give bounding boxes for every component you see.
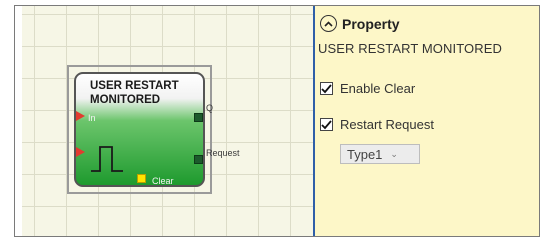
chevron-up-icon: [324, 20, 333, 27]
enable-clear-option[interactable]: Enable Clear: [320, 81, 415, 96]
checkmark-icon: [321, 83, 332, 93]
restart-request-checkbox[interactable]: [320, 118, 333, 131]
restart-request-label: Restart Request: [340, 117, 434, 132]
input-pin-in[interactable]: [76, 111, 85, 121]
checkmark-icon: [321, 119, 332, 129]
input-pin-clear[interactable]: [137, 174, 146, 183]
restart-request-option[interactable]: Restart Request: [320, 117, 434, 132]
type-select[interactable]: Type1 ⌄: [340, 144, 420, 164]
chevron-down-icon: ⌄: [390, 148, 398, 159]
block-title-line2: MONITORED: [90, 94, 161, 106]
output-pin-request[interactable]: [194, 155, 203, 164]
pulse-icon: [91, 146, 123, 172]
property-title: Property: [342, 15, 400, 32]
input-pin-restart[interactable]: [76, 147, 85, 157]
collapse-button[interactable]: [320, 15, 337, 32]
output-pin-q[interactable]: [194, 113, 203, 122]
input-pin-in-label: In: [88, 113, 96, 123]
type-select-value: Type1: [347, 146, 383, 162]
output-pin-q-label: Q: [206, 103, 214, 113]
input-pin-clear-label: Clear: [152, 176, 174, 186]
enable-clear-label: Enable Clear: [340, 81, 416, 96]
block-title: USER RESTART MONITORED: [90, 79, 200, 107]
block-title-line1: USER RESTART: [90, 80, 179, 92]
output-pin-request-label: Request: [206, 148, 240, 158]
selected-block-name: USER RESTART MONITORED: [318, 41, 502, 56]
enable-clear-checkbox[interactable]: [320, 82, 333, 95]
property-header: Property: [320, 15, 400, 32]
